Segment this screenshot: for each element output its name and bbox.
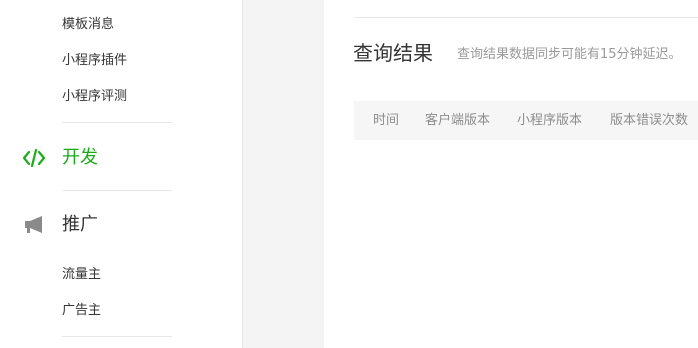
sidebar-separator (62, 336, 172, 337)
sidebar-item-template-message[interactable]: 模板消息 (62, 16, 114, 34)
sidebar-separator (62, 190, 172, 191)
sidebar-item-traffic-owner[interactable]: 流量主 (62, 266, 101, 284)
main-content: 查询结果 查询结果数据同步可能有15分钟延迟。 时间 客户端版本 小程序版本 版… (324, 0, 698, 348)
table-header: 时间 客户端版本 小程序版本 版本错误次数 (354, 101, 698, 140)
page-title: 查询结果 (353, 41, 433, 65)
sidebar-section-develop-label: 开发 (62, 147, 98, 168)
sidebar-section-promote-label: 推广 (62, 214, 98, 235)
sidebar-section-develop[interactable]: 开发 (0, 140, 242, 176)
column-header-version-error-count: 版本错误次数 (610, 113, 689, 128)
sidebar-separator (62, 122, 172, 123)
sidebar-item-advertiser[interactable]: 广告主 (62, 302, 101, 320)
sidebar: 模板消息 小程序插件 小程序评测 开发 推广 流量主 广告主 (0, 0, 242, 348)
column-header-miniprogram-version: 小程序版本 (517, 113, 583, 128)
sidebar-item-miniprogram-review[interactable]: 小程序评测 (62, 88, 127, 106)
sidebar-item-miniprogram-plugin[interactable]: 小程序插件 (62, 52, 127, 70)
content-gutter (243, 0, 324, 348)
column-header-time: 时间 (373, 113, 400, 128)
sidebar-section-promote[interactable]: 推广 (0, 207, 242, 243)
content-top-divider (354, 17, 698, 18)
megaphone-icon (22, 215, 46, 235)
page-description: 查询结果数据同步可能有15分钟延迟。 (457, 47, 682, 62)
column-header-client-version: 客户端版本 (425, 113, 491, 128)
code-icon (22, 148, 46, 168)
